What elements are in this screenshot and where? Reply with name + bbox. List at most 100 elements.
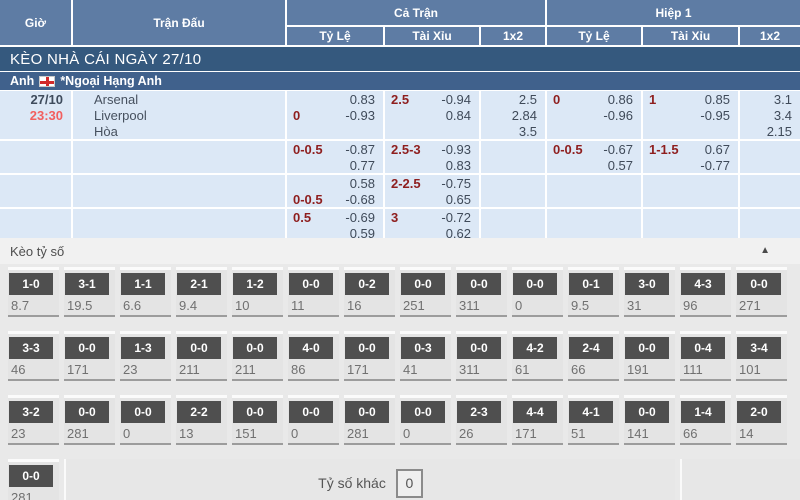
score-chip[interactable]: 0-0 <box>625 337 669 359</box>
score-chip[interactable]: 4-2 <box>513 337 557 359</box>
score-chip[interactable]: 2-4 <box>569 337 613 359</box>
score-chip[interactable]: 0-3 <box>401 337 445 359</box>
ft-handicap-cell[interactable]: 0.5-0.690.59 <box>287 209 383 241</box>
score-odds-cell[interactable]: 4-261 <box>512 331 563 381</box>
score-odds-cell[interactable]: 0-0171 <box>344 331 395 381</box>
score-chip[interactable]: 0-0 <box>401 273 445 295</box>
h1-overunder-cell[interactable]: 1-1.50.67-0.77 <box>643 141 738 173</box>
ft-1x2-cell[interactable]: 2.52.843.5 <box>481 91 545 139</box>
score-odds-cell[interactable]: 3-4101 <box>736 331 787 381</box>
score-odds-cell[interactable]: 0-19.5 <box>568 267 619 317</box>
score-chip[interactable]: 4-4 <box>513 401 557 423</box>
score-chip[interactable]: 0-1 <box>569 273 613 295</box>
score-chip[interactable]: 0-0 <box>65 401 109 423</box>
score-odds-cell[interactable]: 1-466 <box>680 395 731 445</box>
score-chip[interactable]: 0-0 <box>457 337 501 359</box>
score-odds-cell[interactable]: 0-0211 <box>176 331 227 381</box>
score-chip[interactable]: 4-3 <box>681 273 725 295</box>
score-odds-cell[interactable]: 1-323 <box>120 331 171 381</box>
score-odds-cell[interactable]: 4-4171 <box>512 395 563 445</box>
h1-overunder-cell[interactable]: 10.85-0.95 <box>643 91 738 139</box>
score-chip[interactable]: 2-1 <box>177 273 221 295</box>
score-odds-cell[interactable]: 0-0281 <box>344 395 395 445</box>
score-chip[interactable]: 0-0 <box>9 465 53 487</box>
score-odds-cell[interactable]: 0-00 <box>120 395 171 445</box>
score-odds-cell[interactable]: 2-466 <box>568 331 619 381</box>
score-odds-cell[interactable]: 0-341 <box>400 331 451 381</box>
score-odds-cell[interactable]: 3-031 <box>624 267 675 317</box>
score-odds-cell[interactable]: 0-0311 <box>456 331 507 381</box>
score-odds-cell[interactable]: 0-00 <box>288 395 339 445</box>
chevron-up-icon[interactable]: ▲ <box>760 245 770 256</box>
ft-handicap-cell[interactable]: 0-0.5-0.870.77 <box>287 141 383 173</box>
score-odds-cell[interactable]: 0-0281 <box>64 395 115 445</box>
ft-overunder-cell[interactable]: 2-2.5-0.750.65 <box>385 175 479 207</box>
score-odds-cell[interactable]: 0-00 <box>400 395 451 445</box>
score-odds-cell[interactable]: 1-16.6 <box>120 267 171 317</box>
score-chip[interactable]: 0-0 <box>289 401 333 423</box>
score-chip[interactable]: 0-0 <box>289 273 333 295</box>
score-odds-cell[interactable]: 3-119.5 <box>64 267 115 317</box>
ft-handicap-cell[interactable]: 0-0.50.58-0.68 <box>287 175 383 207</box>
score-chip[interactable]: 0-0 <box>513 273 557 295</box>
score-chip[interactable]: 2-2 <box>177 401 221 423</box>
score-odds-cell[interactable]: 0-0251 <box>400 267 451 317</box>
ft-overunder-cell[interactable]: 3-0.720.62 <box>385 209 479 241</box>
score-odds-cell[interactable]: 0-0191 <box>624 331 675 381</box>
match-teams-cell[interactable]: ArsenalLiverpoolHòa <box>73 91 285 139</box>
score-chip[interactable]: 0-0 <box>233 337 277 359</box>
score-chip[interactable]: 0-0 <box>737 273 781 295</box>
score-odds-cell[interactable]: 0-00 <box>512 267 563 317</box>
score-chip[interactable]: 0-0 <box>121 401 165 423</box>
score-chip[interactable]: 1-4 <box>681 401 725 423</box>
score-chip[interactable]: 2-0 <box>737 401 781 423</box>
score-chip[interactable]: 0-0 <box>177 337 221 359</box>
score-odds-cell[interactable]: 0-0211 <box>232 331 283 381</box>
score-chip[interactable]: 0-0 <box>401 401 445 423</box>
score-odds-cell[interactable]: 0-4111 <box>680 331 731 381</box>
score-chip[interactable]: 1-0 <box>9 273 53 295</box>
score-chip[interactable]: 0-0 <box>345 401 389 423</box>
score-odds-cell[interactable]: 0-011 <box>288 267 339 317</box>
score-odds-cell[interactable]: 2-213 <box>176 395 227 445</box>
h1-handicap-cell[interactable]: 0-0.5-0.670.57 <box>547 141 641 173</box>
h1-handicap-cell[interactable]: 00.86-0.96 <box>547 91 641 139</box>
score-odds-cell[interactable]: 3-223 <box>8 395 59 445</box>
score-odds-cell[interactable]: 4-396 <box>680 267 731 317</box>
ft-handicap-cell[interactable]: 00.83-0.93 <box>287 91 383 139</box>
score-odds-cell[interactable]: 0-0151 <box>232 395 283 445</box>
ft-overunder-cell[interactable]: 2.5-0.940.84 <box>385 91 479 139</box>
score-odds-cell[interactable]: 1-08.7 <box>8 267 59 317</box>
score-chip[interactable]: 3-3 <box>9 337 53 359</box>
score-chip[interactable]: 3-4 <box>737 337 781 359</box>
score-chip[interactable]: 0-0 <box>625 401 669 423</box>
ft-overunder-cell[interactable]: 2.5-3-0.930.83 <box>385 141 479 173</box>
score-odds-cell[interactable]: 0-0171 <box>64 331 115 381</box>
score-chip[interactable]: 3-2 <box>9 401 53 423</box>
score-chip[interactable]: 0-0 <box>233 401 277 423</box>
score-odds-cell[interactable]: 0-0311 <box>456 267 507 317</box>
score-odds-cell[interactable]: 1-210 <box>232 267 283 317</box>
score-chip[interactable]: 1-1 <box>121 273 165 295</box>
score-odds-cell[interactable]: 0-0271 <box>736 267 787 317</box>
score-chip[interactable]: 4-0 <box>289 337 333 359</box>
score-chip[interactable]: 0-4 <box>681 337 725 359</box>
score-chip[interactable]: 0-0 <box>345 337 389 359</box>
score-odds-cell[interactable]: 0-0141 <box>624 395 675 445</box>
score-odds-cell[interactable]: 0-216 <box>344 267 395 317</box>
other-score-input[interactable]: 0 <box>396 469 423 498</box>
score-odds-cell[interactable]: 4-086 <box>288 331 339 381</box>
score-odds-cell[interactable]: 3-346 <box>8 331 59 381</box>
score-chip[interactable]: 1-3 <box>121 337 165 359</box>
score-odds-cell[interactable]: 4-151 <box>568 395 619 445</box>
score-chip[interactable]: 2-3 <box>457 401 501 423</box>
score-odds-cell[interactable]: 2-19.4 <box>176 267 227 317</box>
score-chip[interactable]: 4-1 <box>569 401 613 423</box>
score-chip[interactable]: 1-2 <box>233 273 277 295</box>
score-chip[interactable]: 0-0 <box>65 337 109 359</box>
score-chip[interactable]: 3-0 <box>625 273 669 295</box>
score-chip[interactable]: 0-2 <box>345 273 389 295</box>
score-odds-cell[interactable]: 2-014 <box>736 395 787 445</box>
score-odds-cell[interactable]: 0-0281 <box>8 459 59 500</box>
score-chip[interactable]: 3-1 <box>65 273 109 295</box>
